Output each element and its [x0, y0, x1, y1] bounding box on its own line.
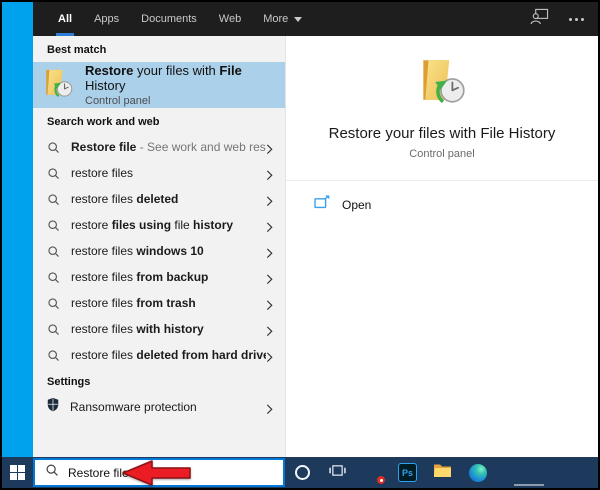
suggestion-text: restore files using file history [71, 218, 234, 232]
taskbar-search-box[interactable] [33, 458, 285, 487]
search-icon [47, 323, 60, 336]
suggestion-text: restore files deleted [71, 192, 179, 206]
search-suggestion[interactable]: restore files from trash [33, 290, 285, 316]
search-suggestion[interactable]: restore files windows 10 [33, 238, 285, 264]
search-web-header: Search work and web [47, 116, 160, 128]
search-icon [47, 167, 60, 180]
suggestion-text: Restore file - See work and web results [71, 140, 266, 154]
search-suggestion[interactable]: restore files deleted from hard drive [33, 342, 285, 368]
feedback-user-icon[interactable] [530, 8, 549, 30]
best-match-subtitle: Control panel [85, 95, 151, 107]
search-suggestion[interactable]: restore files from backup [33, 264, 285, 290]
chevron-right-icon [266, 142, 273, 155]
suggestion-text: restore files windows 10 [71, 244, 204, 258]
tab-documents[interactable]: Documents [130, 2, 208, 36]
preview-title: Restore your files with File History [328, 125, 556, 142]
search-icon [47, 349, 60, 362]
tab-label: Documents [141, 13, 197, 25]
cortana-icon [295, 465, 310, 480]
tab-label: All [58, 13, 73, 25]
chevron-right-icon [266, 194, 273, 207]
start-button[interactable] [2, 457, 33, 488]
search-header: All Apps Documents Web More [33, 2, 598, 36]
search-input[interactable] [68, 465, 218, 480]
search-icon [47, 297, 60, 310]
suggestion-text: restore files from backup [71, 270, 209, 284]
suggestion-text: restore files deleted from hard drive [71, 348, 266, 362]
photoshop-button[interactable]: Ps [390, 457, 425, 488]
tab-web[interactable]: Web [208, 2, 252, 36]
chevron-right-icon [266, 246, 273, 259]
chevron-right-icon [266, 402, 273, 415]
file-explorer-button[interactable] [425, 457, 460, 488]
preview-subtitle: Control panel [409, 148, 475, 160]
suggestion-text: restore files [71, 166, 134, 180]
file-explorer-icon [433, 463, 452, 483]
desktop-background [2, 2, 33, 457]
search-icon [45, 463, 59, 482]
chevron-right-icon [266, 324, 273, 337]
chevron-right-icon [266, 350, 273, 363]
chevron-right-icon [266, 298, 273, 311]
tab-more[interactable]: More [252, 2, 313, 36]
search-icon [47, 219, 60, 232]
preview-panel: Restore your files with File History Con… [285, 36, 598, 457]
search-suggestion[interactable]: restore files [33, 160, 285, 186]
photoshop-icon: Ps [398, 463, 417, 482]
tab-label: Web [218, 13, 242, 25]
search-icon [47, 141, 60, 154]
screen: All Apps Documents Web More Best match R… [2, 2, 598, 488]
file-history-icon [41, 67, 75, 104]
preview-header: Restore your files with File History Con… [286, 36, 598, 160]
tab-all[interactable]: All [47, 2, 83, 36]
chevron-right-icon [266, 168, 273, 181]
running-app-indicator [514, 484, 544, 486]
settings-item-label: Ransomware protection [70, 400, 197, 414]
header-actions [530, 8, 586, 30]
search-icon [47, 271, 60, 284]
suggestion-text: restore files with history [71, 322, 204, 336]
search-suggestion[interactable]: restore files deleted [33, 186, 285, 212]
open-window-icon [314, 195, 330, 214]
open-action[interactable]: Open [286, 181, 598, 214]
security-shield-icon [46, 397, 60, 417]
tab-label: More [263, 13, 289, 25]
cortana-button[interactable] [285, 457, 320, 488]
search-suggestion[interactable]: restore files with history [33, 316, 285, 342]
edge-icon [468, 463, 487, 482]
open-action-label: Open [342, 197, 372, 212]
results-panel: Best match Restore your files with File … [33, 36, 285, 457]
chevron-right-icon [266, 272, 273, 285]
file-history-icon [415, 60, 469, 110]
search-suggestion-primary[interactable]: Restore file - See work and web results [33, 134, 285, 160]
windows-search-panel: All Apps Documents Web More Best match R… [33, 2, 598, 457]
edge-button[interactable] [460, 457, 495, 488]
windows-logo-icon [9, 464, 26, 481]
suggestion-list: restore files restore files deleted rest… [33, 160, 285, 368]
search-icon [47, 193, 60, 206]
search-suggestion[interactable]: restore files using file history [33, 212, 285, 238]
taskbar: Ps [2, 457, 598, 488]
chevron-down-icon [294, 16, 303, 22]
suggestion-text: restore files from trash [71, 296, 196, 310]
task-view-icon [329, 464, 346, 482]
chrome-icon [364, 464, 386, 485]
tab-label: Apps [94, 13, 120, 25]
settings-item-ransomware-protection[interactable]: Ransomware protection [33, 394, 285, 420]
chrome-notification-badge [375, 474, 386, 485]
search-tabs: All Apps Documents Web More [47, 2, 313, 36]
task-view-button[interactable] [320, 457, 355, 488]
tab-apps[interactable]: Apps [83, 2, 130, 36]
best-match-result[interactable]: Restore your files with File History Con… [33, 62, 285, 108]
search-icon [47, 245, 60, 258]
chevron-right-icon [266, 220, 273, 233]
best-match-title: Restore your files with File History [85, 63, 242, 93]
chrome-button[interactable] [355, 457, 390, 488]
best-match-header: Best match [47, 44, 107, 56]
settings-header: Settings [47, 376, 91, 388]
more-options-icon[interactable] [567, 14, 586, 25]
best-match-text: Restore your files with File History Con… [85, 63, 275, 107]
